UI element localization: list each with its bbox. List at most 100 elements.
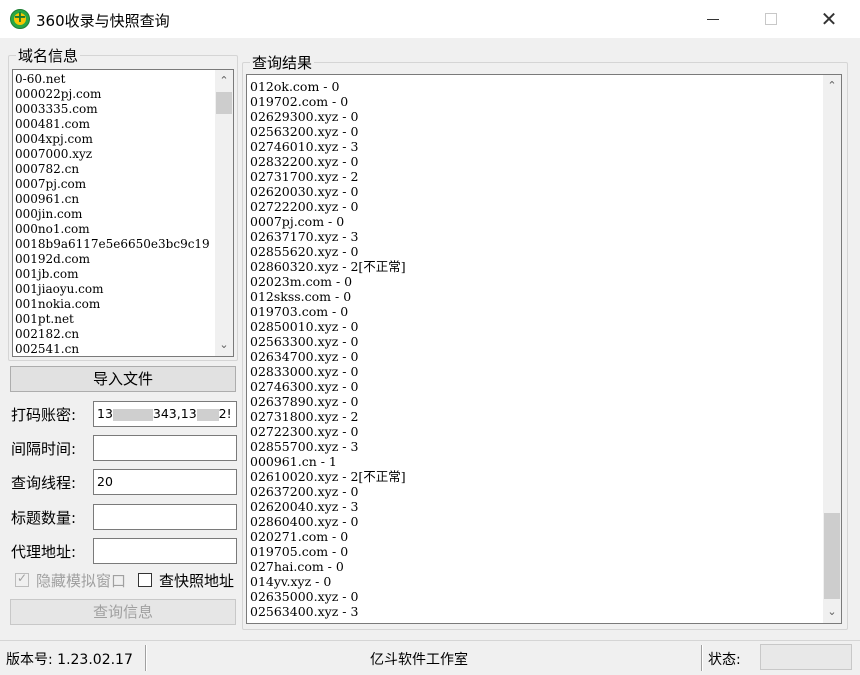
result-list-item[interactable]: 02722300.xyz - 0 (250, 424, 820, 439)
domain-list-item[interactable]: 000no1.com (15, 222, 211, 237)
result-list-item[interactable]: 02629300.xyz - 0 (250, 109, 820, 124)
result-list-item[interactable]: 02563200.xyz - 0 (250, 124, 820, 139)
result-list-item[interactable]: 02620040.xyz - 3 (250, 499, 820, 514)
result-list-item[interactable]: 019703.com - 0 (250, 304, 820, 319)
status-value-box (760, 644, 852, 670)
result-listbox[interactable]: 012ok.com - 0 019702.com - 0 02629300.xyz … (246, 74, 842, 624)
domain-listbox[interactable]: 0-60.net 000022pj.com 0003335.com 000481.co… (12, 69, 234, 357)
close-button[interactable]: ✕ (798, 0, 860, 38)
result-scrollbar[interactable]: ⌃ ⌄ (823, 75, 841, 623)
domain-list-item[interactable]: 00192d.com (15, 252, 211, 267)
title-bar: 360收录与快照查询 ✕ (0, 0, 860, 38)
domain-list-item[interactable]: 000481.com (15, 117, 211, 132)
captcha-account-value-start: 13 (97, 406, 113, 421)
result-list-item[interactable]: 0007pj.com - 0 (250, 214, 820, 229)
minimize-icon (707, 18, 719, 20)
maximize-icon (765, 13, 777, 25)
minimize-button[interactable] (682, 0, 744, 38)
proxy-field[interactable] (93, 538, 237, 564)
result-list-item[interactable]: 02832200.xyz - 0 (250, 154, 820, 169)
window-title: 360收录与快照查询 (36, 12, 170, 30)
result-list-item[interactable]: 02637890.xyz - 0 (250, 394, 820, 409)
scroll-up-icon[interactable]: ⌃ (823, 77, 841, 95)
result-scroll-thumb[interactable] (824, 513, 840, 599)
domain-list-item[interactable]: 000022pj.com (15, 87, 211, 102)
result-list-item[interactable]: 02023m.com - 0 (250, 274, 820, 289)
domain-scroll-thumb[interactable] (216, 92, 232, 114)
result-list-item[interactable]: 02860320.xyz - 2[不正常] (250, 259, 820, 274)
check-snapshot-label[interactable]: 查快照地址 (159, 570, 234, 591)
result-list-item[interactable]: 02731700.xyz - 2 (250, 169, 820, 184)
result-list-item[interactable]: 02860400.xyz - 0 (250, 514, 820, 529)
result-list-item[interactable]: 02850010.xyz - 0 (250, 319, 820, 334)
interval-field[interactable] (93, 435, 237, 461)
domain-list-item[interactable]: 0007pj.com (15, 177, 211, 192)
result-list-item[interactable]: 02746300.xyz - 0 (250, 379, 820, 394)
result-list-item[interactable]: 019705.com - 0 (250, 544, 820, 559)
result-list-item[interactable]: 02855700.xyz - 3 (250, 439, 820, 454)
domain-list-item[interactable]: 001jb.com (15, 267, 211, 282)
threads-label: 查询线程: (11, 474, 77, 492)
import-file-button[interactable]: 导入文件 (10, 366, 236, 392)
result-list-item[interactable]: 02855620.xyz - 0 (250, 244, 820, 259)
captcha-account-value-end: 2! (218, 406, 232, 421)
result-list-item[interactable]: 02610020.xyz - 2[不正常] (250, 469, 820, 484)
result-list-item[interactable]: 02635000.xyz - 0 (250, 589, 820, 604)
redacted-mask (196, 408, 219, 421)
result-list-item[interactable]: 02637170.xyz - 3 (250, 229, 820, 244)
domain-list-item[interactable]: 0003335.com (15, 102, 211, 117)
scroll-down-icon[interactable]: ⌄ (823, 603, 841, 621)
result-list-item[interactable]: 02634700.xyz - 0 (250, 349, 820, 364)
domain-list-item[interactable]: 001nokia.com (15, 297, 211, 312)
captcha-account-field[interactable]: 13 343,13 2! (93, 401, 237, 427)
result-list-item[interactable]: 02620030.xyz - 0 (250, 184, 820, 199)
domain-list-item[interactable]: 0004xpj.com (15, 132, 211, 147)
result-list-item[interactable]: 000961.cn - 1 (250, 454, 820, 469)
domain-list-item[interactable]: 001pt.net (15, 312, 211, 327)
result-list-item[interactable]: 02833000.xyz - 0 (250, 364, 820, 379)
proxy-label: 代理地址: (11, 543, 77, 561)
interval-label: 间隔时间: (11, 440, 77, 458)
domain-list-item[interactable]: 000961.cn (15, 192, 211, 207)
result-list-item[interactable]: 012skss.com - 0 (250, 289, 820, 304)
hide-window-checkbox: ✓ (15, 571, 29, 587)
domain-list-item[interactable]: 0018b9a6117e5e6650e3bc9c19 (15, 237, 211, 252)
scroll-down-icon[interactable]: ⌄ (215, 336, 233, 354)
title-count-field[interactable] (93, 504, 237, 530)
domain-list-item[interactable]: 002182.cn (15, 327, 211, 342)
hide-window-label: 隐藏模拟窗口 (36, 572, 127, 590)
result-list-item[interactable]: 019702.com - 0 (250, 94, 820, 109)
maximize-button[interactable] (740, 0, 802, 38)
version-text: 版本号: 1.23.02.17 (6, 652, 133, 668)
status-label: 状态: (708, 652, 741, 668)
result-list-item[interactable]: 02563400.xyz - 3 (250, 604, 820, 619)
status-separator (701, 645, 703, 671)
result-list-item[interactable]: 027hai.com - 0 (250, 559, 820, 574)
status-separator (145, 645, 147, 671)
result-list-item[interactable]: 02637200.xyz - 0 (250, 484, 820, 499)
result-list-item[interactable]: 020271.com - 0 (250, 529, 820, 544)
status-bar: 版本号: 1.23.02.17 亿斗软件工作室 状态: (0, 640, 860, 675)
studio-text: 亿斗软件工作室 (370, 652, 468, 668)
result-list-item[interactable]: 02563300.xyz - 0 (250, 334, 820, 349)
result-list-item[interactable]: 02731800.xyz - 2 (250, 409, 820, 424)
domain-list-item[interactable]: 001jiaoyu.com (15, 282, 211, 297)
result-group-label: 查询结果 (250, 52, 315, 73)
domain-list-item[interactable]: 000782.cn (15, 162, 211, 177)
result-list-item[interactable]: 02722200.xyz - 0 (250, 199, 820, 214)
result-list-item[interactable]: 014yv.xyz - 0 (250, 574, 820, 589)
app-logo-icon (10, 7, 30, 29)
threads-field[interactable]: 20 (93, 469, 237, 495)
domain-scrollbar[interactable]: ⌃ ⌄ (215, 70, 233, 356)
domain-list-item[interactable]: 000jin.com (15, 207, 211, 222)
check-snapshot-checkbox[interactable] (138, 573, 152, 587)
result-list-item[interactable]: 012ok.com - 0 (250, 79, 820, 94)
scroll-up-icon[interactable]: ⌃ (215, 72, 233, 90)
domain-list-item[interactable]: 002541.cn (15, 342, 211, 356)
result-list-items: 012ok.com - 0 019702.com - 0 02629300.xyz … (250, 79, 820, 619)
result-list-item[interactable]: 02746010.xyz - 3 (250, 139, 820, 154)
domain-list-items: 0-60.net 000022pj.com 0003335.com 000481.co… (15, 72, 211, 356)
domain-list-item[interactable]: 0-60.net (15, 72, 211, 87)
query-info-button: 查询信息 (10, 599, 236, 625)
domain-list-item[interactable]: 0007000.xyz (15, 147, 211, 162)
